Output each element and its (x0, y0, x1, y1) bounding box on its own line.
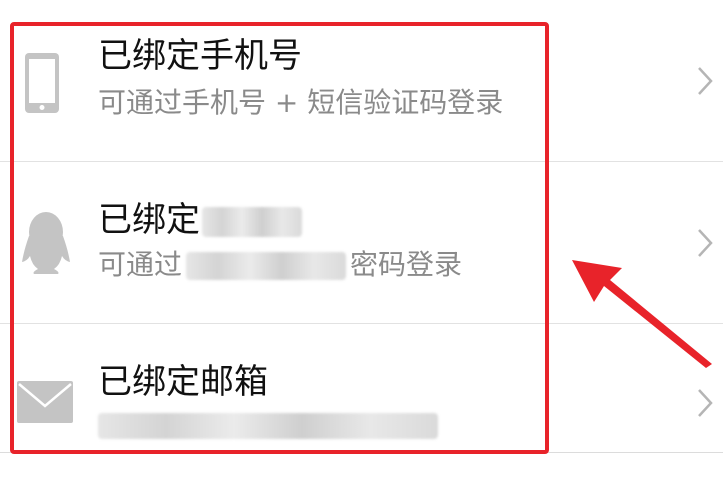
annotation-arrow-icon (572, 260, 712, 368)
bound-email-title: 已绑定邮箱 (98, 362, 268, 402)
bound-phone-title: 已绑定手机号 (98, 36, 302, 76)
redacted-account-name (202, 206, 302, 237)
bound-qq-subtitle: 可通过 密码登录 (98, 248, 462, 282)
chevron-right-icon (698, 389, 713, 417)
redacted-qq-number (186, 252, 347, 280)
bound-email-subtitle (98, 408, 438, 442)
bound-qq-title: 已绑定 (98, 200, 302, 240)
account-binding-screen: 已绑定手机号 可通过手机号 + 短信验证码登录 已绑定 可通过 密码登录 已绑定… (0, 0, 723, 482)
phone-icon (16, 52, 68, 118)
mail-icon (16, 380, 74, 428)
bound-phone-subtitle: 可通过手机号 + 短信验证码登录 (98, 86, 504, 119)
bound-qq-subtitle-suffix: 密码登录 (350, 248, 463, 281)
qq-icon (16, 210, 76, 280)
bound-phone-row[interactable]: 已绑定手机号 可通过手机号 + 短信验证码登录 (0, 0, 723, 162)
redacted-email-address (98, 413, 438, 439)
chevron-right-icon (698, 67, 713, 95)
bound-qq-title-text: 已绑定 (98, 200, 200, 240)
bound-qq-subtitle-prefix: 可通过 (98, 248, 183, 281)
